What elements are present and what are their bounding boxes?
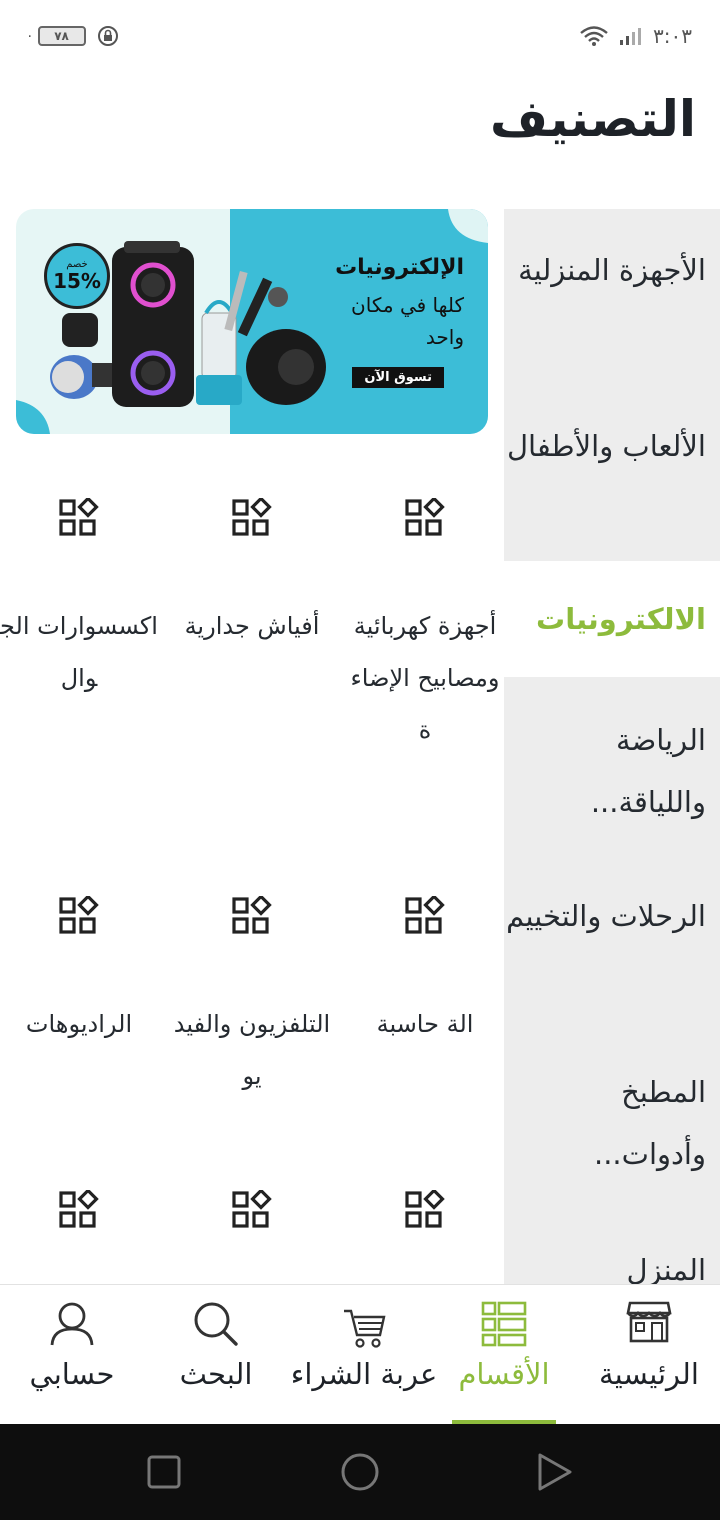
battery-indicator: ٠ ٧٨	[26, 26, 86, 46]
category-item[interactable]	[340, 1190, 510, 1230]
category-item[interactable]: اكسسوارات الجوال	[0, 498, 164, 704]
nav-account[interactable]: حسابي	[18, 1285, 126, 1425]
category-label: أفياش جدارية	[184, 612, 320, 640]
categories-list-icon	[481, 1301, 527, 1347]
category-label: أجهزة كهربائية ومصابيح الإضاءة	[350, 612, 500, 744]
grid-diamond-icon	[59, 498, 99, 536]
category-item[interactable]	[167, 1190, 337, 1230]
sidebar-item-label: المنزل	[626, 1253, 706, 1284]
sidebar-item-label: الألعاب والأطفال	[506, 429, 706, 463]
category-item[interactable]	[0, 1190, 164, 1230]
grid-diamond-icon	[232, 896, 272, 934]
promo-banner[interactable]: الإلكترونيات كلها في مكان واحد تسوق الآن…	[16, 209, 488, 434]
category-label: الة حاسبة	[376, 1010, 474, 1038]
grid-diamond-icon	[232, 1190, 272, 1228]
sidebar-item-label: الأجهزة المنزلية	[518, 253, 706, 287]
page-title: التصنيف	[490, 90, 696, 148]
store-icon	[626, 1301, 672, 1343]
recent-apps-icon[interactable]	[146, 1454, 182, 1490]
system-nav-bar	[0, 1424, 720, 1520]
nav-home-label: الرئيسية	[599, 1357, 699, 1391]
sidebar-item-label: الرحلات والتخييم	[506, 899, 706, 933]
grid-diamond-icon	[405, 896, 445, 934]
nav-search-label: البحث	[179, 1357, 253, 1391]
nav-search[interactable]: البحث	[168, 1285, 264, 1425]
rotation-lock-icon	[97, 26, 118, 46]
nav-account-label: حسابي	[29, 1357, 115, 1391]
user-icon	[50, 1302, 94, 1346]
banner-corner-shape	[448, 209, 488, 243]
category-item[interactable]: أجهزة كهربائية ومصابيح الإضاءة	[340, 498, 510, 756]
back-triangle-icon[interactable]	[536, 1452, 574, 1492]
signal-icon	[620, 28, 642, 45]
sidebar-item-home-appliances[interactable]: الأجهزة المنزلية	[504, 239, 720, 301]
category-label: التلفزيون والفيديو	[173, 1010, 331, 1090]
battery-icon: ٧٨	[37, 26, 86, 46]
cart-icon	[344, 1309, 386, 1348]
search-icon	[194, 1302, 238, 1346]
sidebar-item-toys-kids[interactable]: الألعاب والأطفال	[504, 415, 720, 477]
sidebar-item-electronics[interactable]: الالكترونيات	[504, 561, 720, 677]
speaker-products-image	[50, 241, 326, 407]
grid-diamond-icon	[405, 498, 445, 536]
banner-title: الإلكترونيات	[335, 255, 464, 280]
home-circle-icon[interactable]	[340, 1452, 380, 1492]
bottom-nav: الرئيسية الأقسام عربة الشراء البحث حسابي	[0, 1284, 720, 1425]
sidebar-item-label: المطبخ وأدوات...	[594, 1075, 706, 1171]
grid-diamond-icon	[59, 896, 99, 934]
banner-subtitle: كلها في مكان واحد	[351, 293, 464, 349]
status-right: ٣:٠٣	[579, 24, 692, 48]
category-sidebar: الأجهزة المنزلية الألعاب والأطفال الالكت…	[504, 209, 720, 1284]
status-left: ٠ ٧٨	[26, 24, 120, 48]
category-item[interactable]: الة حاسبة	[340, 896, 510, 1050]
category-item[interactable]: الراديوهات	[0, 896, 164, 1050]
nav-categories[interactable]: الأقسام	[452, 1285, 556, 1425]
sidebar-item-label: الرياضة واللياقة...	[590, 723, 706, 819]
shop-now-button[interactable]: تسوق الآن	[352, 367, 444, 388]
clock: ٣:٠٣	[653, 24, 692, 48]
sidebar-item-camping[interactable]: الرحلات والتخييم	[504, 885, 720, 947]
grid-diamond-icon	[59, 1190, 99, 1228]
sidebar-item-label: الالكترونيات	[536, 602, 706, 636]
category-label: الراديوهات	[25, 1010, 133, 1038]
nav-categories-label: الأقسام	[458, 1357, 550, 1391]
nav-home[interactable]: الرئيسية	[590, 1285, 708, 1425]
battery-extra: ٠	[26, 28, 34, 44]
wifi-icon	[580, 26, 608, 46]
category-label: اكسسوارات الجوال	[0, 612, 158, 692]
nav-cart-label: عربة الشراء	[290, 1357, 438, 1391]
category-item[interactable]: التلفزيون والفيديو	[167, 896, 337, 1102]
grid-diamond-icon	[405, 1190, 445, 1228]
sidebar-item-kitchen[interactable]: المطبخ وأدوات...	[504, 1061, 720, 1185]
grid-diamond-icon	[232, 498, 272, 536]
category-item[interactable]: أفياش جدارية	[167, 498, 337, 652]
sidebar-item-sports-fitness[interactable]: الرياضة واللياقة...	[504, 709, 720, 833]
nav-cart[interactable]: عربة الشراء	[290, 1285, 438, 1425]
status-bar: ٠ ٧٨ ٣:٠٣	[0, 0, 720, 72]
sidebar-item-home[interactable]: المنزل	[504, 1239, 720, 1284]
